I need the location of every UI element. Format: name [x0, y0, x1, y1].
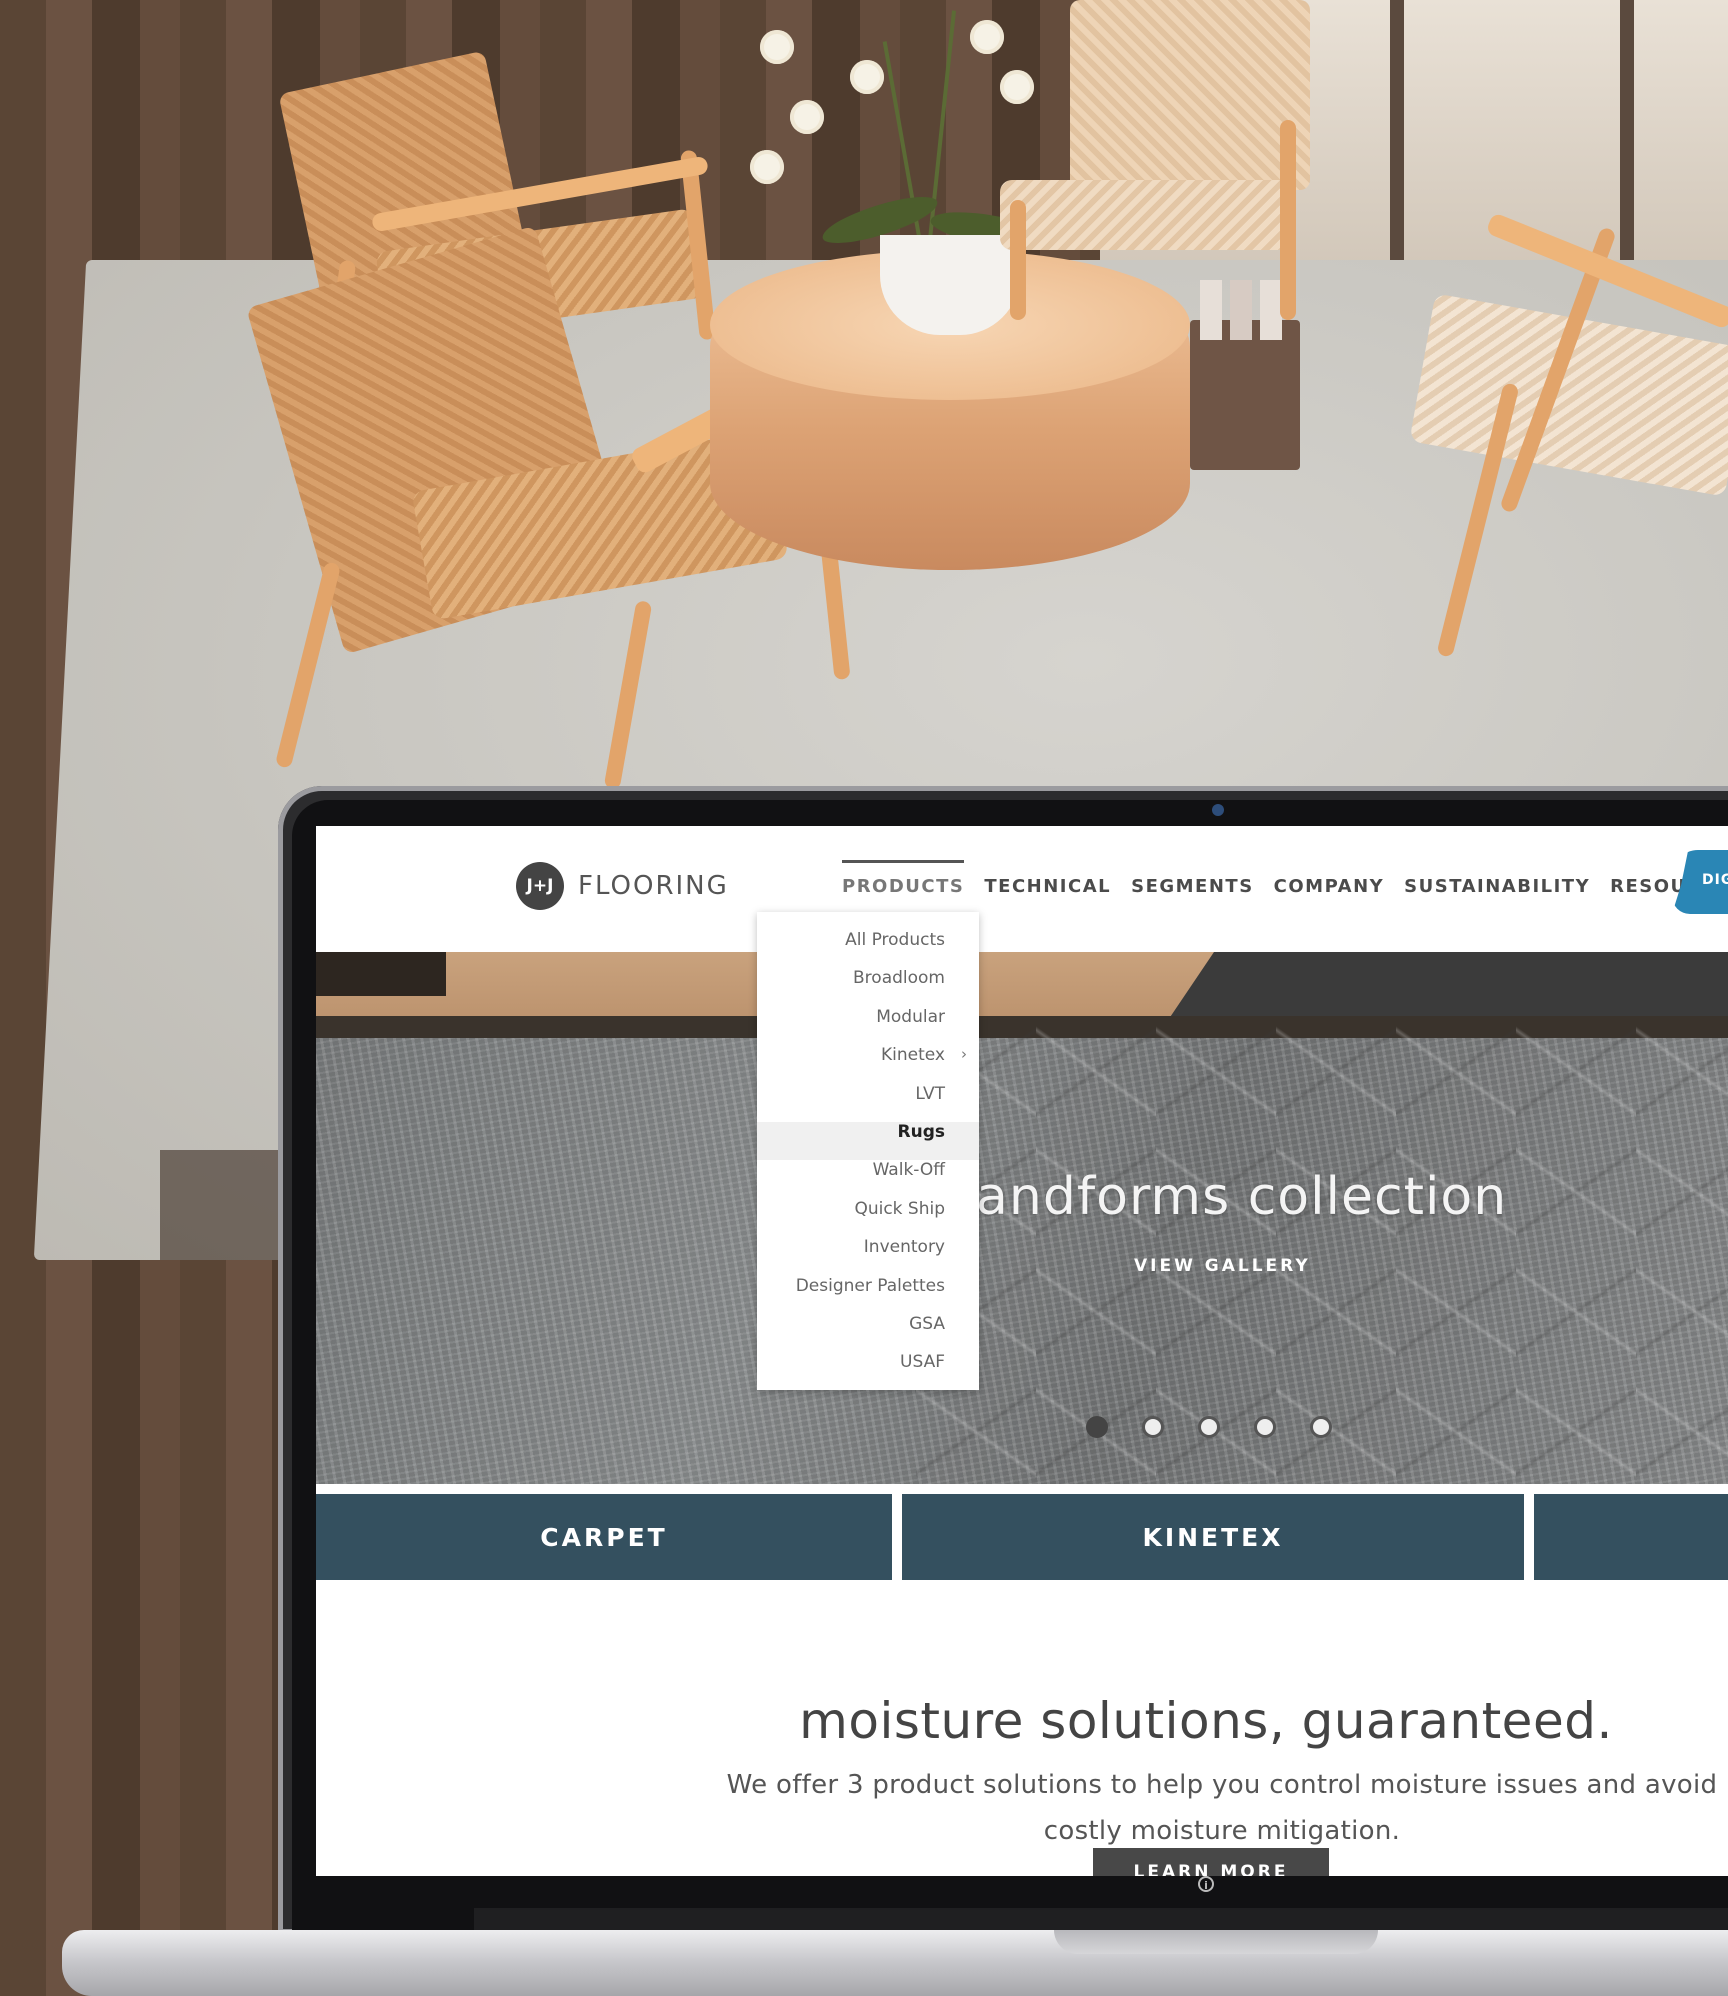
category-bar: CARPET KINETEX	[316, 1494, 1728, 1580]
magazine-basket	[1190, 280, 1300, 470]
products-dropdown: All Products Broadloom Modular Kinetex › …	[757, 912, 979, 1390]
promo-headline: moisture solutions, guaranteed.	[799, 1691, 1613, 1750]
main-nav: PRODUCTS TECHNICAL SEGMENTS COMPANY SUST…	[842, 860, 1728, 897]
hero-title: andforms collection	[976, 1167, 1508, 1227]
menu-item-designer-palettes[interactable]: Designer Palettes	[757, 1276, 979, 1314]
badge-label: DIGI	[1702, 872, 1728, 888]
slider-dot-3[interactable]	[1198, 1416, 1220, 1438]
laptop-base	[62, 1930, 1728, 1996]
logo-wordmark: FLOORING	[578, 871, 729, 901]
view-gallery-link[interactable]: VIEW GALLERY	[1134, 1256, 1311, 1276]
category-carpet-button[interactable]: CARPET	[316, 1494, 892, 1580]
laptop-notch	[1054, 1930, 1378, 1954]
website-screen: J+J FLOORING PRODUCTS TECHNICAL SEGMENTS…	[316, 826, 1728, 1876]
category-kinetex-button[interactable]: KINETEX	[902, 1494, 1524, 1580]
category-third-button[interactable]	[1534, 1494, 1728, 1580]
hero-slider: andforms collection VIEW GALLERY	[316, 952, 1728, 1484]
slider-dot-2[interactable]	[1142, 1416, 1164, 1438]
logo-mark: J+J	[516, 862, 564, 910]
site-logo[interactable]: J+J FLOORING	[516, 862, 729, 910]
nav-segments[interactable]: SEGMENTS	[1131, 876, 1254, 897]
menu-item-walk-off[interactable]: Walk-Off	[757, 1160, 979, 1198]
carpet-pattern	[916, 1012, 1728, 1484]
menu-item-inventory[interactable]: Inventory	[757, 1237, 979, 1275]
menu-item-quick-ship[interactable]: Quick Ship	[757, 1199, 979, 1237]
nav-company[interactable]: COMPANY	[1274, 876, 1385, 897]
menu-item-rugs[interactable]: Rugs	[757, 1121, 979, 1161]
nav-sustainability[interactable]: SUSTAINABILITY	[1404, 876, 1590, 897]
site-header: J+J FLOORING PRODUCTS TECHNICAL SEGMENTS…	[316, 826, 1728, 952]
info-icon[interactable]: i	[1198, 1876, 1214, 1892]
menu-item-kinetex[interactable]: Kinetex ›	[757, 1045, 979, 1083]
slider-dot-4[interactable]	[1254, 1416, 1276, 1438]
nav-technical[interactable]: TECHNICAL	[984, 876, 1111, 897]
menu-item-usaf[interactable]: USAF	[757, 1352, 979, 1390]
chevron-right-icon: ›	[961, 1045, 967, 1064]
slider-dot-1[interactable]	[1086, 1416, 1108, 1438]
learn-more-button[interactable]: LEARN MORE	[1093, 1848, 1329, 1876]
slider-dot-5[interactable]	[1310, 1416, 1332, 1438]
promo-body: We offer 3 product solutions to help you…	[726, 1770, 1718, 1846]
slider-dots	[1086, 1416, 1332, 1438]
webcam	[1212, 804, 1224, 816]
menu-item-modular[interactable]: Modular	[757, 1007, 979, 1045]
menu-item-all-products[interactable]: All Products	[757, 930, 979, 968]
nav-products[interactable]: PRODUCTS	[842, 860, 965, 897]
menu-item-broadloom[interactable]: Broadloom	[757, 968, 979, 1006]
menu-item-gsa[interactable]: GSA	[757, 1314, 979, 1352]
menu-item-lvt[interactable]: LVT	[757, 1084, 979, 1122]
